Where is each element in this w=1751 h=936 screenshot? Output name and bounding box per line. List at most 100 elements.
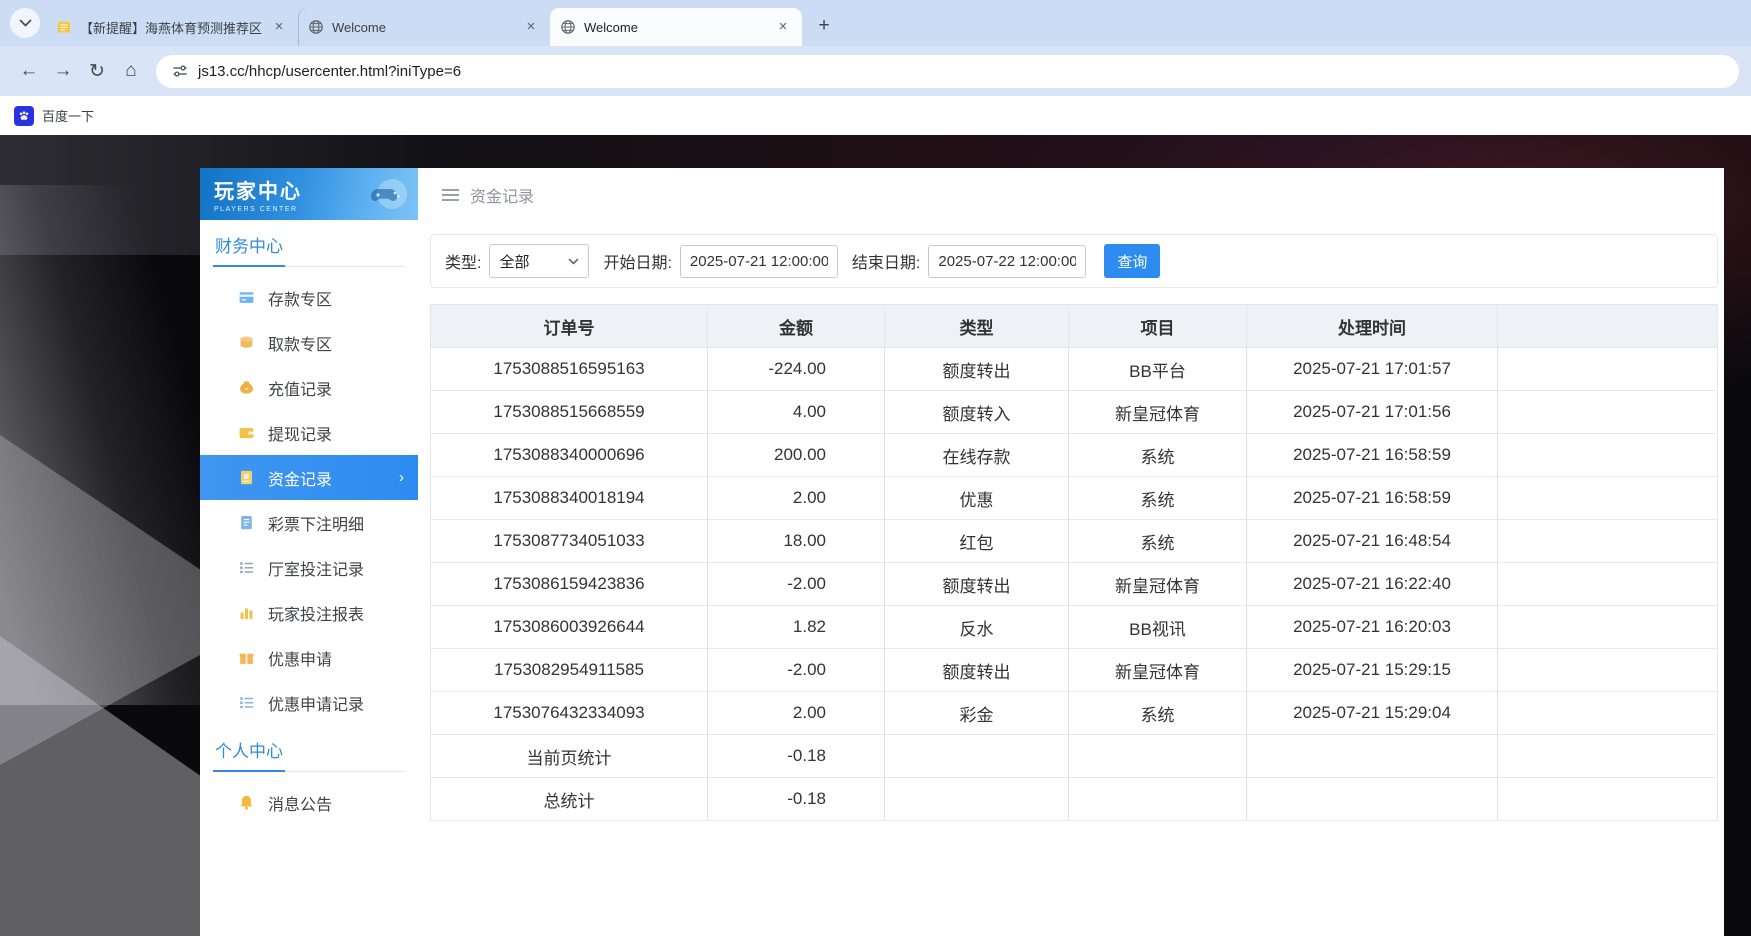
end-date-label: 结束日期: xyxy=(852,249,920,273)
browser-toolbar: ← → ↻ ⌂ js13.cc/hhcp/usercenter.html?ini… xyxy=(0,46,1751,96)
cell xyxy=(1498,606,1718,649)
cell: 系统 xyxy=(1069,477,1247,520)
cell: 2.00 xyxy=(708,477,885,520)
sidebar-item-label: 提现记录 xyxy=(268,421,332,445)
sidebar-item[interactable]: 优惠申请记录 xyxy=(200,680,418,725)
cell: 额度转出 xyxy=(885,649,1069,692)
sidebar-item[interactable]: 取款专区 xyxy=(200,320,418,365)
bell-icon xyxy=(238,794,255,811)
sidebar-section-heading: 个人中心 xyxy=(213,725,405,772)
column-header: 金额 xyxy=(708,305,885,348)
sidebar-item-label: 优惠申请记录 xyxy=(268,691,364,715)
browser-tab[interactable]: 【新提醒】海燕体育预测推荐区 × xyxy=(46,8,298,46)
new-tab-button[interactable]: + xyxy=(810,12,838,40)
cell: 1753076432334093 xyxy=(431,692,708,735)
column-header: 类型 xyxy=(885,305,1069,348)
type-select-value: 全部 xyxy=(499,251,529,272)
home-button[interactable]: ⌂ xyxy=(114,54,148,88)
sidebar-section-heading: 财务中心 xyxy=(213,220,405,267)
sidebar-items: 消息公告 xyxy=(200,772,418,825)
sidebar-item[interactable]: 提现记录 xyxy=(200,410,418,455)
start-date-label: 开始日期: xyxy=(603,249,671,273)
table-row: 17530883400181942.00优惠系统2025-07-21 16:58… xyxy=(431,477,1718,520)
back-button[interactable]: ← xyxy=(12,54,46,88)
cell: -2.00 xyxy=(708,649,885,692)
forward-button[interactable]: → xyxy=(46,54,80,88)
sidebar-item-label: 玩家投注报表 xyxy=(268,601,364,625)
cell: 2025-07-21 17:01:56 xyxy=(1247,391,1498,434)
cell: -2.00 xyxy=(708,563,885,606)
browser-tab[interactable]: Welcome× xyxy=(550,8,802,46)
cell: 1753088340018194 xyxy=(431,477,708,520)
cell: 1.82 xyxy=(708,606,885,649)
wallet-icon xyxy=(238,424,255,441)
bookmark-label: 百度一下 xyxy=(42,106,94,125)
cell: BB视讯 xyxy=(1069,606,1247,649)
reload-button[interactable]: ↻ xyxy=(80,54,114,88)
sidebar-item[interactable]: 资金记录› xyxy=(200,455,418,500)
cell: 4.00 xyxy=(708,391,885,434)
tab-close-button[interactable]: × xyxy=(270,18,288,36)
tab-search-button[interactable] xyxy=(10,8,40,38)
cell: 1753088516595163 xyxy=(431,348,708,391)
bookmark-baidu[interactable]: 百度一下 xyxy=(14,106,94,126)
url-text: js13.cc/hhcp/usercenter.html?iniType=6 xyxy=(198,63,461,80)
table-row: 17530764323340932.00彩金系统2025-07-21 15:29… xyxy=(431,692,1718,735)
cell: 1753087734051033 xyxy=(431,520,708,563)
cell xyxy=(1498,649,1718,692)
tabs-container: 【新提醒】海燕体育预测推荐区×Welcome×Welcome× xyxy=(46,0,802,46)
end-date-input[interactable] xyxy=(928,245,1086,278)
sidebar-item-label: 取款专区 xyxy=(268,331,332,355)
type-label: 类型: xyxy=(445,249,481,273)
tab-close-button[interactable]: × xyxy=(522,18,540,36)
tab-title: Welcome xyxy=(332,20,514,35)
table-row: 17530860039266441.82反水BB视讯2025-07-21 16:… xyxy=(431,606,1718,649)
menu-icon[interactable] xyxy=(442,189,459,201)
address-bar[interactable]: js13.cc/hhcp/usercenter.html?iniType=6 xyxy=(156,55,1739,88)
chevron-down-icon xyxy=(19,19,32,28)
player-center-panel: 玩家中心 PLAYERS CENTER 财务中心存款专区取款专区充值记录提现记录… xyxy=(200,168,1723,936)
sidebar-item[interactable]: 消息公告 xyxy=(200,780,418,825)
sidebar-nav: 财务中心存款专区取款专区充值记录提现记录资金记录›彩票下注明细厅室投注记录玩家投… xyxy=(200,220,418,825)
cell: 优惠 xyxy=(885,477,1069,520)
note-icon xyxy=(56,19,72,35)
bookmarks-bar: 百度一下 xyxy=(0,96,1751,135)
cell xyxy=(1498,391,1718,434)
browser-tab[interactable]: Welcome × xyxy=(298,8,550,46)
sidebar-item-label: 厅室投注记录 xyxy=(268,556,364,580)
tab-title: 【新提醒】海燕体育预测推荐区 xyxy=(80,18,262,37)
sidebar: 玩家中心 PLAYERS CENTER 财务中心存款专区取款专区充值记录提现记录… xyxy=(200,168,418,936)
cell xyxy=(1498,520,1718,563)
coins-icon xyxy=(238,334,255,351)
table-header-row: 订单号金额类型项目处理时间 xyxy=(431,305,1718,348)
bag-icon xyxy=(238,379,255,396)
sidebar-item[interactable]: 玩家投注报表 xyxy=(200,590,418,635)
cell: 2.00 xyxy=(708,692,885,735)
start-date-input[interactable] xyxy=(680,245,838,278)
cell xyxy=(1498,477,1718,520)
cell: 反水 xyxy=(885,606,1069,649)
sidebar-item[interactable]: 彩票下注明细 xyxy=(200,500,418,545)
cell xyxy=(1247,778,1498,821)
list-icon xyxy=(238,559,255,576)
site-settings-icon[interactable] xyxy=(172,63,188,79)
type-select[interactable]: 全部 xyxy=(489,244,589,278)
chevron-down-icon xyxy=(568,258,579,265)
tab-close-button[interactable]: × xyxy=(774,18,792,36)
sidebar-item[interactable]: 厅室投注记录 xyxy=(200,545,418,590)
sidebar-item-label: 消息公告 xyxy=(268,791,332,815)
query-button[interactable]: 查询 xyxy=(1104,244,1160,278)
page-content: 玩家中心 PLAYERS CENTER 财务中心存款专区取款专区充值记录提现记录… xyxy=(0,135,1751,936)
cell: 额度转出 xyxy=(885,348,1069,391)
card-icon xyxy=(238,289,255,306)
cell: 彩金 xyxy=(885,692,1069,735)
sidebar-item[interactable]: 存款专区 xyxy=(200,275,418,320)
sidebar-item[interactable]: 优惠申请 xyxy=(200,635,418,680)
column-header xyxy=(1498,305,1718,348)
sidebar-item[interactable]: 充值记录 xyxy=(200,365,418,410)
cell: 2025-07-21 16:58:59 xyxy=(1247,477,1498,520)
cell: 200.00 xyxy=(708,434,885,477)
column-header: 订单号 xyxy=(431,305,708,348)
cell: 2025-07-21 17:01:57 xyxy=(1247,348,1498,391)
cell: -224.00 xyxy=(708,348,885,391)
